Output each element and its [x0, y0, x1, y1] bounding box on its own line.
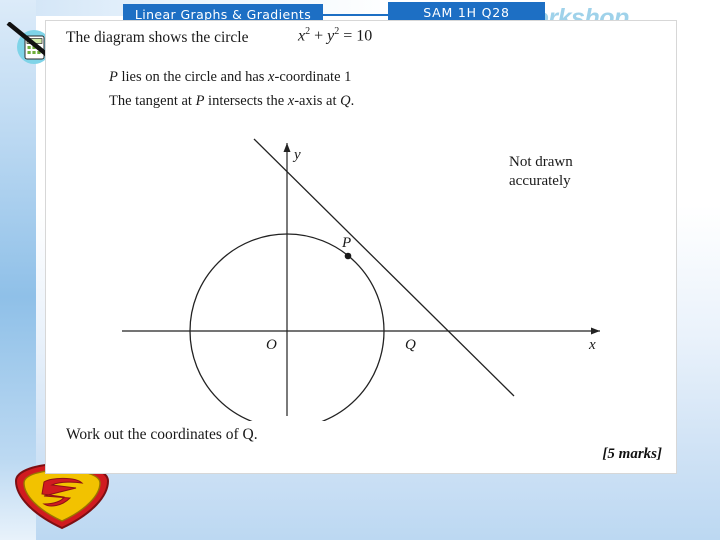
circle-tangent-diagram: P O Q y x: [122, 138, 600, 421]
line3-text-a: The tangent at: [109, 93, 196, 109]
tangent-line: [253, 138, 515, 397]
line2-text: lies on the circle and has: [117, 69, 269, 85]
line3-text-b: intersects the: [204, 93, 288, 109]
marks-label: [5 marks]: [602, 446, 662, 462]
question-line-2: P lies on the circle and has x-coordinat…: [109, 69, 351, 86]
left-gradient-band: [0, 0, 36, 540]
question-card: The diagram shows the circle x2 + y2 = 1…: [45, 20, 677, 474]
equation-plus: +: [310, 27, 328, 45]
x-axis-arrow: [591, 327, 600, 335]
label-o: O: [266, 337, 277, 353]
circle-equation: x2 + y2 = 10: [298, 26, 372, 45]
line3-point-q: Q: [340, 93, 351, 109]
banner-connector-rule: [322, 14, 392, 16]
question-line-3: The tangent at P intersects the x-axis a…: [109, 93, 354, 110]
line2-coord: -coordinate 1: [274, 69, 352, 85]
label-y-axis: y: [292, 147, 301, 163]
label-x-axis: x: [588, 337, 596, 353]
label-p: P: [341, 235, 351, 251]
question-line-1: The diagram shows the circle: [66, 29, 249, 46]
question-line-4: Work out the coordinates of Q.: [66, 426, 258, 443]
line2-point-p: P: [109, 69, 118, 85]
line3-period: .: [350, 93, 355, 109]
label-q: Q: [405, 337, 416, 353]
slide-canvas: @westiesworkshop Linear Graphs & Gradien…: [0, 0, 720, 540]
line3-text-c: -axis at: [294, 93, 341, 109]
y-axis-arrow: [283, 143, 291, 152]
point-p-marker: [344, 252, 352, 260]
equation-equals: = 10: [339, 27, 373, 45]
